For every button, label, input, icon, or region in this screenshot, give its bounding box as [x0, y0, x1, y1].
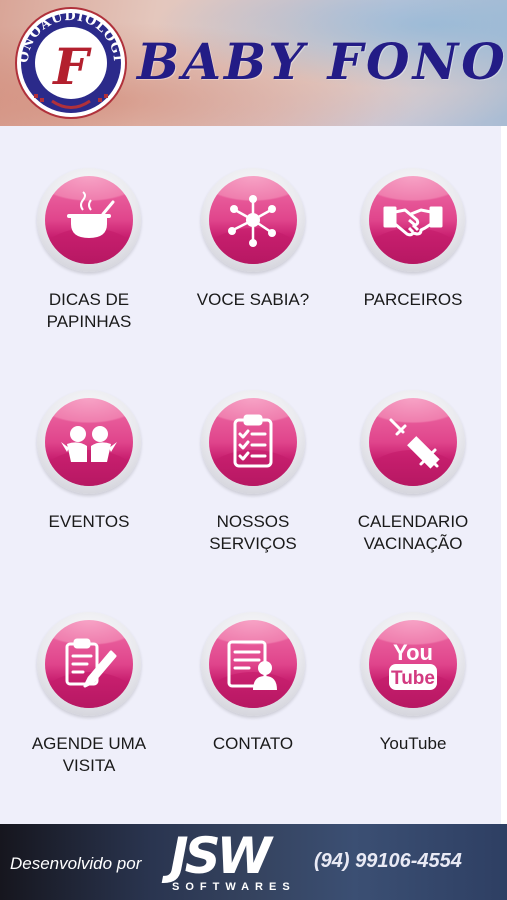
- menu-item-label: DICAS DE PAPINHAS: [46, 290, 132, 331]
- menu-item-label: CALENDARIO VACINAÇÃO: [357, 512, 469, 553]
- menu-bubble: [37, 390, 141, 494]
- app-header: FONOAUDIOLOGIA F BABY FONO: [0, 0, 507, 126]
- network-icon: [228, 195, 276, 247]
- menu-item-label: CONTATO: [212, 734, 294, 753]
- jsw-sub-label: SOFTWARES: [172, 881, 296, 893]
- scroll-edge: [501, 126, 507, 824]
- menu-item-label: NOSSOS SERVIÇOS: [209, 512, 297, 553]
- menu-bubble: [201, 390, 305, 494]
- menu-bubble: [201, 612, 305, 716]
- fonoaudiologia-logo: FONOAUDIOLOGIA F: [12, 6, 127, 119]
- menu-bubble: [361, 390, 465, 494]
- phone-number: (94) 99106-4554: [314, 850, 462, 872]
- jsw-logo: JSW: [170, 827, 272, 885]
- clipboard-pencil-icon: [65, 638, 117, 688]
- handshake-icon: [383, 206, 443, 237]
- people-icon: [61, 426, 117, 462]
- menu-bubble: [201, 168, 305, 272]
- menu-bubble: [37, 612, 141, 716]
- svg-text:Tube: Tube: [391, 668, 435, 689]
- svg-text:You: You: [393, 640, 433, 665]
- youtube-icon: You Tube: [389, 640, 437, 690]
- menu-bubble: You Tube: [361, 612, 465, 716]
- contact-card-icon: [227, 640, 277, 690]
- menu-item-label: AGENDE UMA VISITA: [31, 734, 147, 775]
- menu-bubble: [37, 168, 141, 272]
- menu-item-label: EVENTOS: [48, 512, 130, 531]
- menu-item-label: VOCE SABIA?: [196, 290, 310, 309]
- developer-footer: Desenvolvido por JSW SOFTWARES (94) 9910…: [0, 824, 507, 900]
- menu-bubble: [361, 168, 465, 272]
- checklist-icon: [233, 414, 273, 468]
- menu-item-label: PARCEIROS: [363, 290, 463, 309]
- developed-by-label: Desenvolvido por: [10, 854, 142, 873]
- svg-text:F: F: [51, 37, 92, 96]
- app-title: BABY FONO: [137, 32, 507, 91]
- menu-item-label: YouTube: [379, 734, 447, 753]
- syringe-icon: [389, 418, 440, 469]
- pot-icon: [67, 191, 115, 238]
